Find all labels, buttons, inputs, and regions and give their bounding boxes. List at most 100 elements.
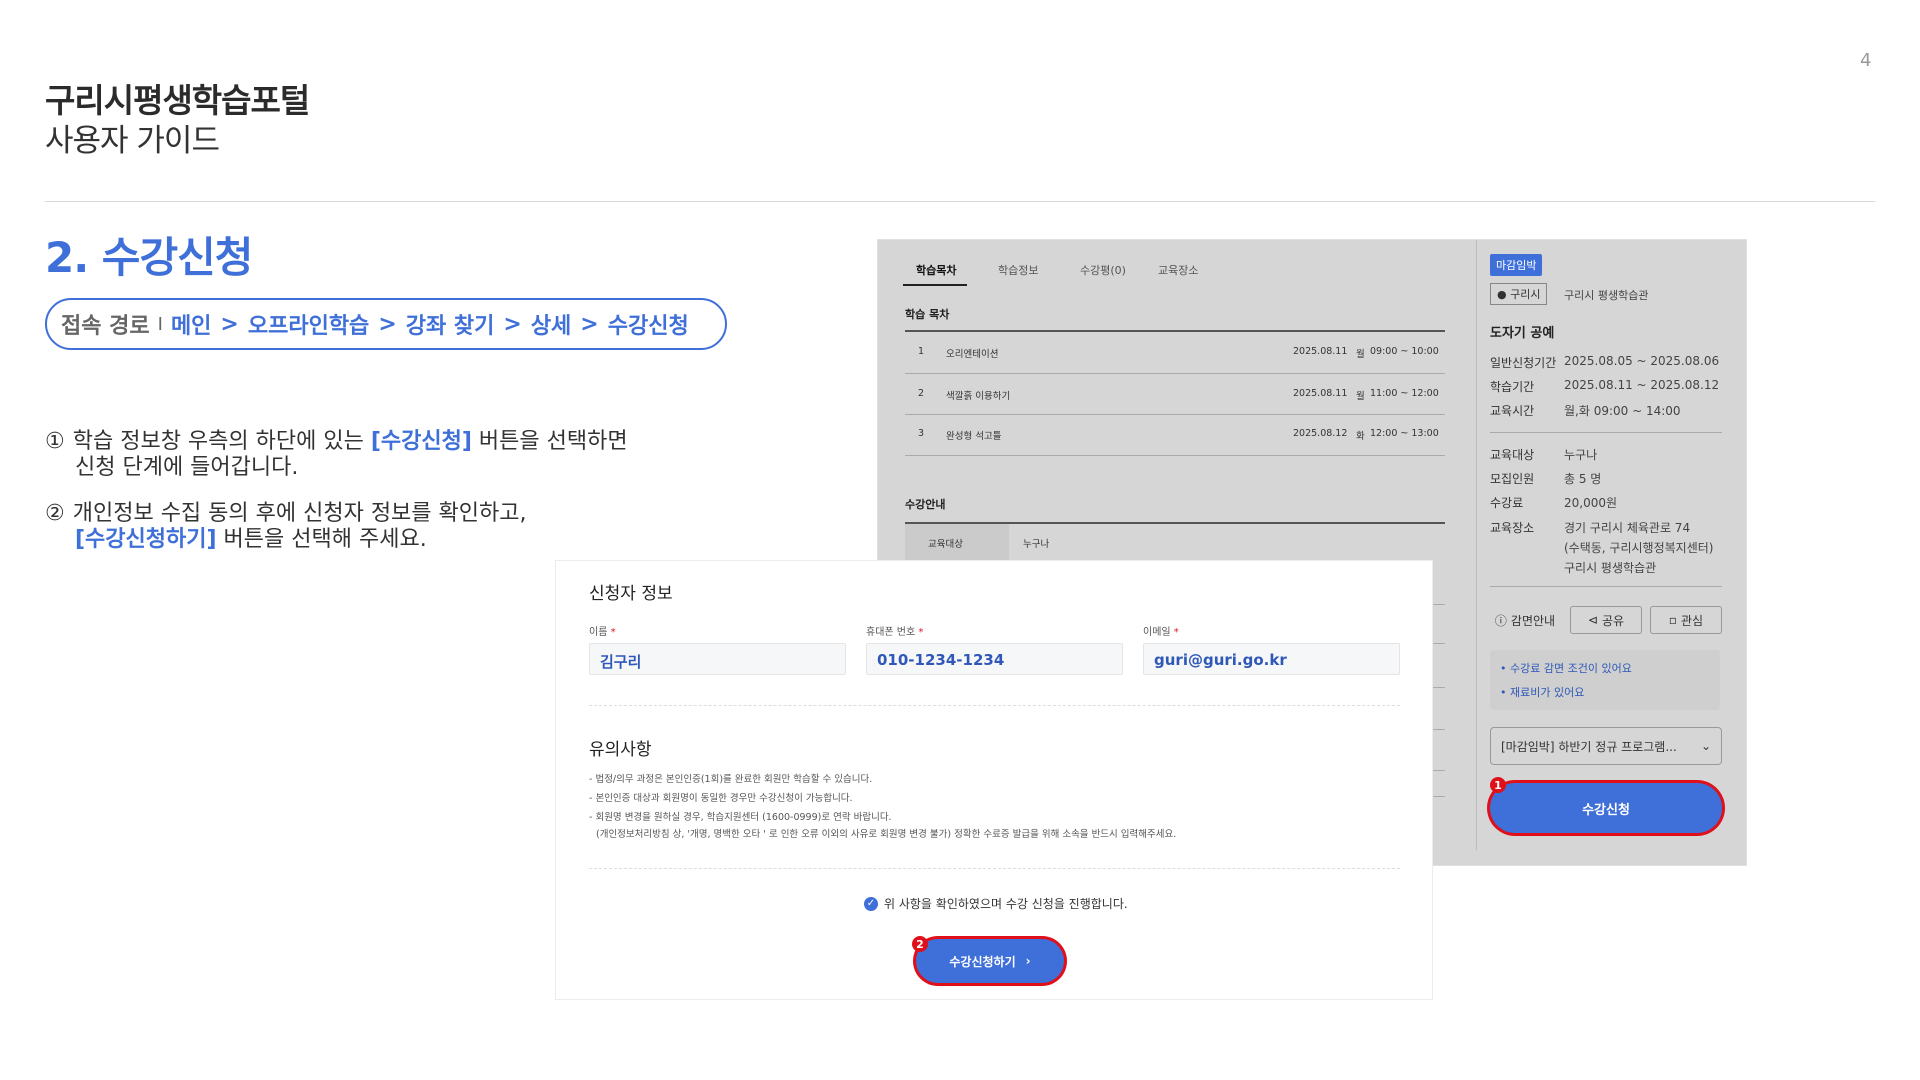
email-field[interactable]: guri@guri.go.kr [1143,643,1400,675]
toc-row-no: 1 [918,346,925,357]
chevron-down-icon: ⌄ [1700,739,1711,753]
toc-heading: 학습 목차 [905,308,950,321]
submit-application-button[interactable]: 수강신청하기 › [916,939,1064,983]
share-button[interactable]: ⊲ 공유 [1570,606,1642,634]
apply-button[interactable]: 수강신청 [1490,783,1722,833]
question-circle-icon: ⓘ [1494,613,1507,628]
step-1-text: 학습 정보창 우측의 하단에 있는 [72,429,371,454]
access-path-label: 접속 경로 [61,314,150,339]
agree-label: 위 사항을 확인하였으며 수강 신청을 진행합니다. [884,897,1128,911]
step-2-text-after: 버튼을 선택해 주세요. [216,527,427,552]
path-item-main: 메인 [170,314,212,339]
notice-item: • 수강료 감면 조건이 있어요 [1500,662,1632,675]
place-key: 교육장소 [1490,521,1535,535]
bookmark-icon: ▫ [1668,613,1678,627]
toc-row-no: 2 [918,388,925,399]
schedule-key: 일반신청기간 [1490,356,1557,370]
name-field[interactable]: 김구리 [589,643,846,675]
schedule-value: 2025.08.11 ~ 2025.08.12 [1564,378,1720,392]
tab-course-info[interactable]: 학습정보 [998,262,1038,278]
program-select-value: [마감임박] 하반기 정규 프로그램... [1501,739,1677,754]
tab-curriculum[interactable]: 학습목차 [916,262,956,278]
phone-label: 휴대폰 번호 * [866,627,924,638]
tab-location[interactable]: 교육장소 [1158,262,1198,278]
step-1-marker: ① [45,429,65,454]
notice-line: (개인정보처리방침 상, '개명, 명백한 오타 ' 로 인한 오류 이외의 사… [596,829,1177,840]
share-label: 공유 [1601,613,1625,628]
notice-item: • 재료비가 있어요 [1500,686,1585,699]
schedule-value: 월,화 09:00 ~ 14:00 [1564,404,1681,418]
info-value: 총 5 명 [1564,472,1602,486]
schedule-key: 교육시간 [1490,404,1535,418]
location-tag: ● 구리시 [1490,283,1548,305]
info-key: 모집인원 [1490,472,1535,486]
course-side-panel: 마감임박 ● 구리시 구리시 평생학습관 도자기 공예 일반신청기간 2025.… [1476,240,1746,865]
applicant-form: 신청자 정보 이름 * 김구리 휴대폰 번호 * 010-1234-1234 이… [555,560,1433,1000]
path-item-detail: 상세 [530,314,572,339]
access-path-box: 접속 경로 I 메인 > 오프라인학습 > 강좌 찾기 > 상세 > 수강신청 [45,298,727,350]
agree-checkbox-row[interactable]: ✓ 위 사항을 확인하였으며 수강 신청을 진행합니다. [864,895,1128,912]
step-1: ① 학습 정보창 우측의 하단에 있는 [수강신청] 버튼을 선택하면 신청 단계… [45,429,628,481]
place-line: 경기 구리시 체육관로 74 [1564,521,1691,535]
path-item-offline: 오프라인학습 [247,314,370,339]
toc-row-day: 화 [1356,431,1365,442]
access-path-separator: I [157,313,163,335]
check-circle-icon[interactable]: ✓ [864,896,878,911]
interest-button[interactable]: ▫ 관심 [1650,606,1722,634]
toc-row-title: 색깔흙 이용하기 [946,391,1011,402]
path-arrow: > [580,311,599,337]
toc-row-time: 11:00 ~ 12:00 [1370,388,1439,399]
tab-reviews[interactable]: 수강평(0) [1080,262,1126,278]
phone-field[interactable]: 010-1234-1234 [866,643,1123,675]
row-divider [905,455,1445,456]
header-divider [45,201,1875,202]
guide-value: 누구나 [1023,539,1050,550]
step-1-text-after: 버튼을 선택하면 [471,429,628,454]
toc-row-title: 오리엔테이션 [946,349,999,360]
step-2-marker: ② [45,501,65,526]
discount-info-label: 감면안내 [1510,613,1556,628]
document-subtitle: 사용자 가이드 [45,123,220,159]
guide-heading: 수강안내 [905,498,946,511]
email-label: 이메일 * [1143,627,1179,638]
step-2-highlight: [수강신청하기] [75,527,217,552]
schedule-key: 학습기간 [1490,380,1535,394]
panel-divider [1490,432,1722,433]
toc-row-title: 완성형 석고틀 [946,431,1002,442]
info-value: 20,000원 [1564,496,1618,510]
name-label: 이름 * [589,627,616,638]
toc-row-date: 2025.08.12 [1293,428,1348,439]
notice-line: - 회원명 변경을 원하실 경우, 학습지원센터 (1600-0999)로 연락… [589,812,892,823]
program-select[interactable]: [마감임박] 하반기 정규 프로그램... ⌄ [1490,727,1722,765]
institution-name: 구리시 평생학습관 [1564,289,1649,302]
applicant-form-title: 신청자 정보 [589,584,673,604]
toc-row-date: 2025.08.11 [1293,388,1348,399]
step-marker-1: 1 [1490,777,1506,793]
share-icon: ⊲ [1587,613,1598,627]
toc-row-time: 09:00 ~ 10:00 [1370,346,1439,357]
form-divider [589,705,1400,706]
info-value: 누구나 [1564,448,1598,462]
form-divider [589,868,1400,869]
panel-divider [1490,586,1722,587]
path-item-find-course: 강좌 찾기 [405,314,495,339]
interest-label: 관심 [1681,613,1704,628]
schedule-value: 2025.08.05 ~ 2025.08.06 [1564,354,1720,368]
discount-info-button[interactable]: ⓘ 감면안내 [1490,606,1560,634]
toc-rule [905,330,1445,332]
step-2: ② 개인정보 수집 동의 후에 신청자 정보를 확인하고, [수강신청하기] 버튼… [45,501,527,553]
path-arrow: > [378,311,397,337]
guide-key: 교육대상 [928,539,963,550]
active-tab-indicator [903,284,967,286]
toc-row-time: 12:00 ~ 13:00 [1370,428,1439,439]
notice-line: - 본인인증 대상과 회원명이 동일한 경우만 수강신청이 가능합니다. [589,793,853,804]
row-divider [905,414,1445,415]
step-1-line-2: 신청 단계에 들어갑니다. [75,455,299,480]
step-marker-2: 2 [912,936,928,952]
submit-label: 수강신청하기 [949,954,1016,969]
step-1-highlight: [수강신청] [370,429,472,454]
notice-title: 유의사항 [589,740,652,760]
path-arrow: > [503,311,522,337]
deadline-badge: 마감임박 [1490,254,1543,276]
info-key: 수강료 [1490,496,1524,510]
